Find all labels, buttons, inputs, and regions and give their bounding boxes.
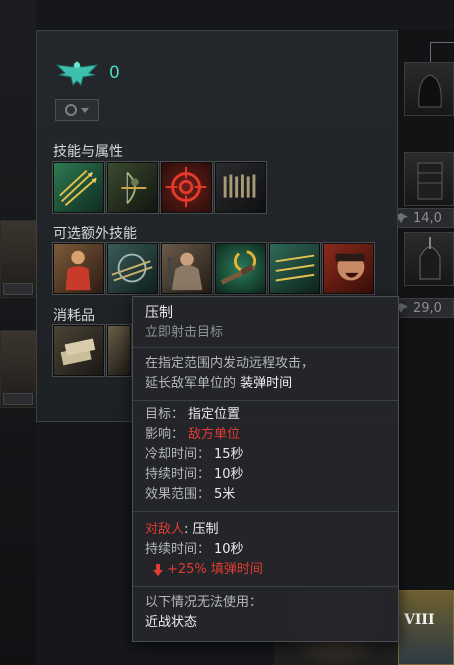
- consumables-section-title: 消耗品: [53, 308, 95, 324]
- tier-rank-label: VIII: [404, 612, 435, 628]
- helmet-icon: [418, 74, 442, 108]
- optional-skill-officer-icon[interactable]: [52, 242, 105, 295]
- tooltip-subtitle: 立即射击目标: [145, 325, 224, 340]
- optional-skill-warcry-icon[interactable]: [322, 242, 375, 295]
- stat-value: 敌方单位: [188, 427, 241, 442]
- stat-row: 影响： 敌方单位: [145, 425, 386, 445]
- faction-count: 0: [109, 63, 120, 83]
- effect-duration-key: 持续时间：: [145, 542, 211, 557]
- equipment-slot-helmet[interactable]: [404, 62, 454, 116]
- equipment-slot-armor[interactable]: [404, 152, 454, 206]
- optional-skill-guard-icon[interactable]: [160, 242, 213, 295]
- tooltip-desc-line-1: 在指定范围内发动远程攻击，: [145, 356, 315, 371]
- tooltip-header: 压制 立即射击目标: [133, 297, 398, 348]
- equipment-slot-helmet-2[interactable]: [404, 232, 454, 286]
- tooltip-desc-line-2: 延长敌军单位的 装弹时间: [145, 374, 386, 394]
- stat-row: 目标： 指定位置: [145, 405, 386, 425]
- effect-name: : 压制: [184, 522, 219, 537]
- stat-value: 10秒: [214, 467, 244, 482]
- optional-skill-reload-icon[interactable]: [214, 242, 267, 295]
- tooltip-title: 压制: [145, 305, 173, 321]
- unit-card-left-2[interactable]: [0, 330, 40, 408]
- stat-key: 持续时间：: [145, 467, 211, 482]
- skill-tooltip: 压制 立即射击目标 在指定范围内发动远程攻击， 延长敌军单位的 装弹时间 目标：…: [132, 296, 399, 642]
- stat-key: 冷却时间：: [145, 447, 211, 462]
- tooltip-description: 在指定范围内发动远程攻击， 延长敌军单位的 装弹时间: [133, 348, 398, 401]
- skill-ammo-icon[interactable]: [214, 161, 267, 214]
- skills-row: [52, 161, 267, 214]
- price-value: 14,0: [413, 210, 442, 226]
- tooltip-desc-highlight: 装弹时间: [240, 376, 293, 391]
- stat-key: 目标：: [145, 407, 185, 422]
- eagle-emblem-icon: [55, 60, 99, 86]
- consumable-item-icon[interactable]: [106, 324, 132, 377]
- stat-key: 效果范围：: [145, 487, 211, 502]
- effect-duration-value: 10秒: [214, 542, 244, 557]
- stat-value: 15秒: [214, 447, 244, 462]
- limit-title: 以下情况无法使用：: [145, 595, 263, 610]
- unit-card-plate: [3, 283, 33, 295]
- doctrine-dropdown[interactable]: [55, 99, 99, 121]
- stat-key: 影响：: [145, 427, 185, 442]
- tooltip-effect: 对敌人: 压制 持续时间： 10秒 +25% 填弹时间: [133, 512, 398, 587]
- tooltip-stats: 目标： 指定位置 影响： 敌方单位 冷却时间： 15秒 持续时间： 10秒 效果范围： 5…: [133, 401, 398, 512]
- arrow-down-icon: [153, 564, 163, 576]
- optional-skills-row: [52, 242, 375, 295]
- tooltip-limitations: 以下情况无法使用： 近战状态: [133, 587, 398, 633]
- limit-item: 近战状态: [145, 615, 198, 630]
- tooltip-desc-prefix: 延长敌军单位的: [145, 376, 241, 391]
- stat-value: 5米: [214, 487, 236, 502]
- stat-value: 指定位置: [188, 407, 241, 422]
- chevron-down-icon: [81, 107, 89, 113]
- effect-duration: 持续时间： 10秒: [145, 540, 386, 560]
- skills-section-title: 技能与属性: [53, 144, 123, 160]
- unit-card-plate: [3, 393, 33, 405]
- doctrine-icon: [65, 104, 77, 116]
- stat-row: 效果范围： 5米: [145, 485, 386, 505]
- skill-aim-icon[interactable]: [160, 161, 213, 214]
- effect-modifier-line: +25% 填弹时间: [145, 560, 386, 580]
- faction-header: 0: [55, 57, 120, 89]
- price-value: 29,0: [413, 300, 442, 316]
- armor-icon: [417, 162, 443, 200]
- helmet-icon: [419, 237, 441, 280]
- consumables-row: [52, 324, 132, 377]
- effect-header: 对敌人: 压制: [145, 520, 386, 540]
- optional-skills-section-title: 可选额外技能: [53, 226, 137, 242]
- unit-card-left-1[interactable]: [0, 220, 40, 298]
- effect-target: 对敌人: [145, 522, 185, 537]
- optional-skill-arrows-icon[interactable]: [268, 242, 321, 295]
- effect-modifier: +25% 填弹时间: [167, 562, 263, 577]
- consumable-supplies-icon[interactable]: [52, 324, 105, 377]
- skill-archer-icon[interactable]: [106, 161, 159, 214]
- optional-skill-suppress-icon[interactable]: [106, 242, 159, 295]
- stat-row: 持续时间： 10秒: [145, 465, 386, 485]
- stat-row: 冷却时间： 15秒: [145, 445, 386, 465]
- skill-volley-icon[interactable]: [52, 161, 105, 214]
